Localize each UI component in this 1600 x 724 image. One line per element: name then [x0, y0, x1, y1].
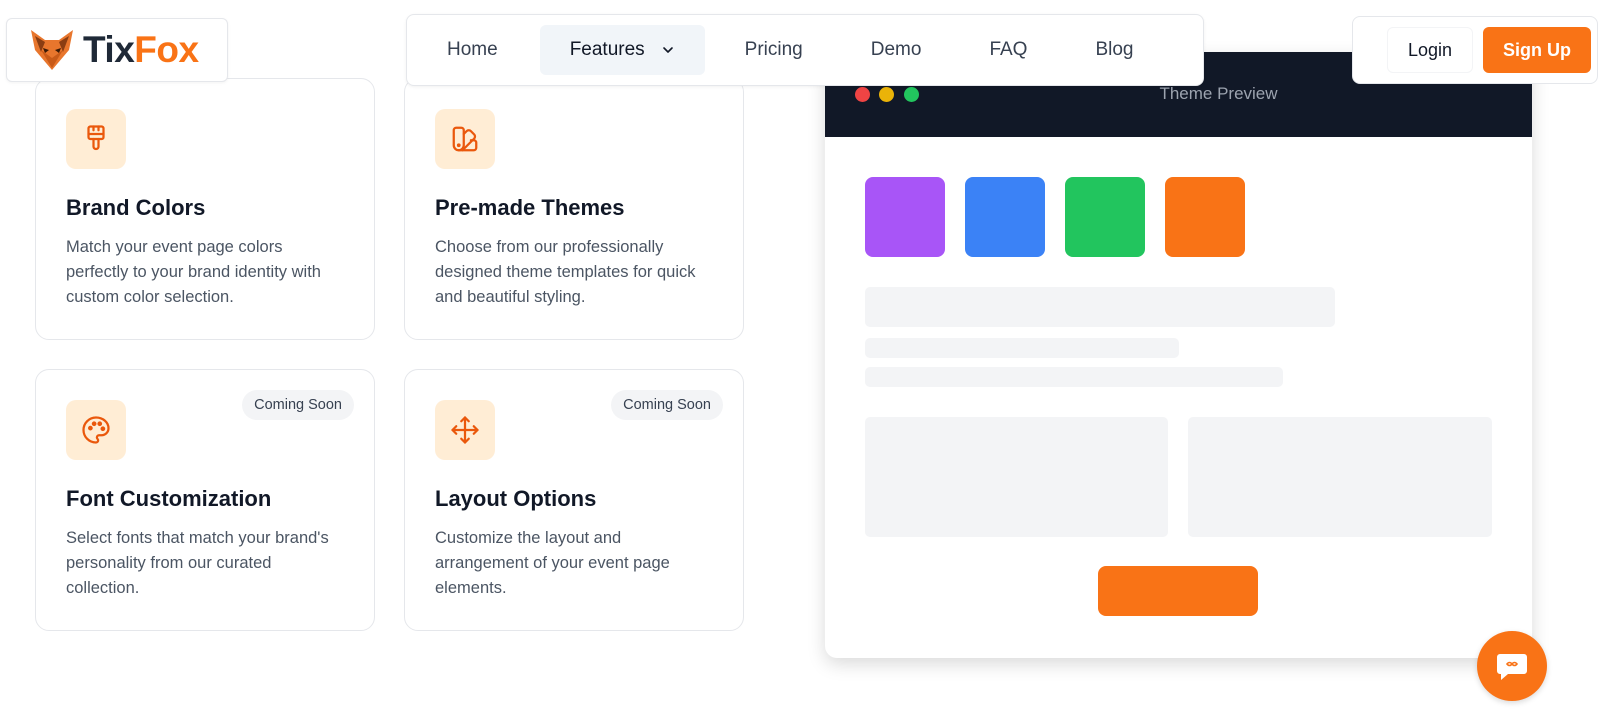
nav-demo[interactable]: Demo: [845, 25, 948, 75]
chat-button[interactable]: [1477, 631, 1547, 701]
feature-card-font-customization: Coming Soon Font Customization Select fo…: [35, 369, 375, 631]
main-nav: Home Features Pricing Demo FAQ Blog: [406, 14, 1204, 86]
color-swatch-purple[interactable]: [865, 177, 945, 257]
theme-preview-window: Theme Preview: [825, 52, 1532, 658]
skeleton-line: [865, 367, 1283, 387]
feature-card-layout-options: Coming Soon Layout Options Customize the…: [404, 369, 744, 631]
color-swatch-blue[interactable]: [965, 177, 1045, 257]
skeleton-line: [865, 338, 1179, 358]
auth-buttons: Login Sign Up: [1352, 16, 1598, 84]
chevron-down-icon: [662, 47, 673, 53]
color-swatch-orange[interactable]: [1165, 177, 1245, 257]
nav-faq[interactable]: FAQ: [963, 25, 1053, 75]
feature-description: Match your event page colors perfectly t…: [66, 238, 321, 306]
preview-title: Theme Preview: [1159, 84, 1278, 103]
skeleton-block: [865, 417, 1168, 537]
nav-blog[interactable]: Blog: [1069, 25, 1159, 75]
chat-icon: [1497, 654, 1527, 680]
preview-button: [1098, 566, 1258, 616]
signup-button[interactable]: Sign Up: [1483, 27, 1591, 73]
logo-text: TixFox: [83, 29, 199, 70]
login-button[interactable]: Login: [1386, 27, 1473, 73]
paintbrush-icon: [87, 125, 105, 151]
swatchbook-icon: [452, 126, 478, 152]
palette-icon: [82, 416, 110, 444]
logo[interactable]: TixFox: [6, 18, 228, 82]
feature-title: Pre-made Themes: [435, 195, 625, 220]
feature-title: Brand Colors: [66, 195, 206, 220]
coming-soon-badge: Coming Soon: [242, 390, 354, 420]
coming-soon-badge: Coming Soon: [611, 390, 723, 420]
move-icon: [451, 416, 479, 444]
nav-features[interactable]: Features: [539, 25, 705, 75]
skeleton-block: [1188, 417, 1492, 537]
feature-card-premade-themes: Pre-made Themes Choose from our professi…: [404, 78, 744, 340]
feature-title: Layout Options: [435, 486, 597, 511]
feature-title: Font Customization: [66, 486, 272, 511]
feature-description: Choose from our professionally designed …: [435, 238, 696, 306]
skeleton-heading: [865, 287, 1335, 327]
fox-logo-icon: [31, 30, 73, 70]
color-swatch-green[interactable]: [1065, 177, 1145, 257]
feature-card-brand-colors: Brand Colors Match your event page color…: [35, 78, 375, 340]
feature-description: Customize the layout and arrangement of …: [435, 529, 670, 597]
nav-pricing[interactable]: Pricing: [719, 25, 829, 75]
feature-description: Select fonts that match your brand's per…: [66, 529, 329, 597]
nav-home[interactable]: Home: [421, 25, 524, 75]
